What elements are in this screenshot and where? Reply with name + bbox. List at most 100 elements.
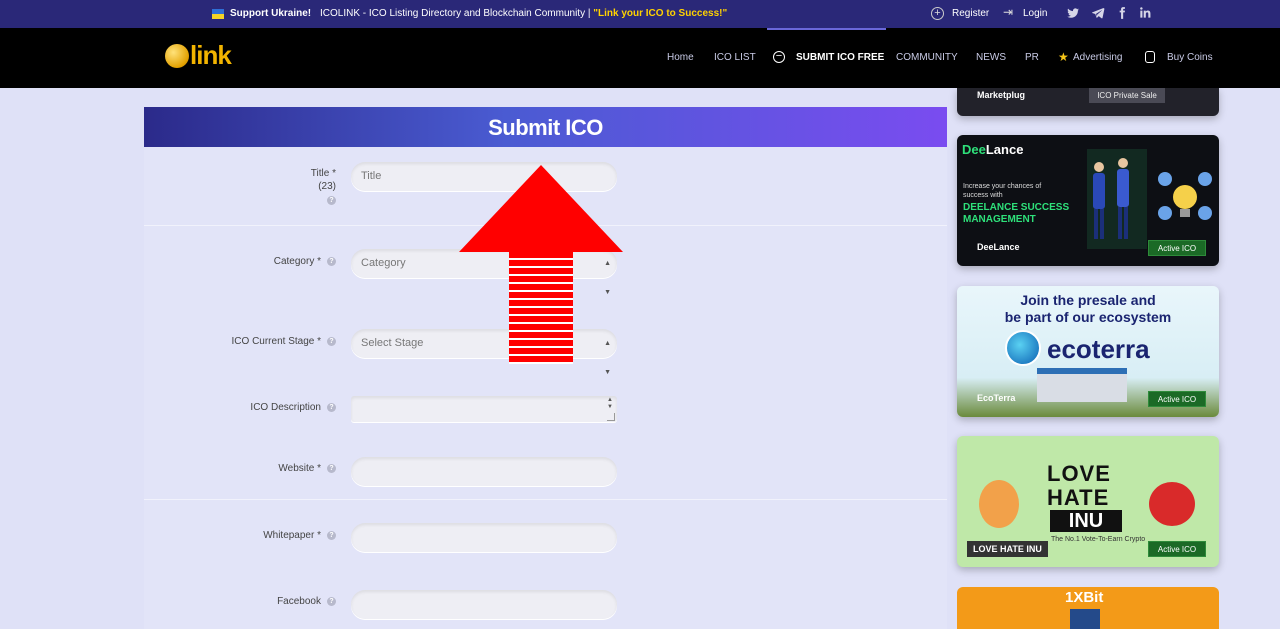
ad-name: Marketplug xyxy=(977,90,1026,100)
register-link[interactable]: + Register xyxy=(931,7,989,20)
ecoterra-headline-1: Join the presale and xyxy=(1020,292,1156,308)
nav-advertising[interactable]: Advertising xyxy=(1073,52,1122,63)
help-icon[interactable]: ? xyxy=(327,337,336,346)
help-icon[interactable]: ? xyxy=(327,531,336,540)
red-arrow-head-icon xyxy=(459,165,623,252)
deelance-logo: DeeLance xyxy=(962,142,1023,157)
database-icon xyxy=(1145,51,1155,63)
logo-text: link xyxy=(190,40,232,70)
nav-active-indicator xyxy=(767,28,886,30)
login-icon: ⇥ xyxy=(1003,5,1014,19)
ad-name: EcoTerra xyxy=(977,393,1016,403)
nav-submit-ico[interactable]: SUBMIT ICO FREE xyxy=(796,52,884,63)
nav-buy-coins[interactable]: Buy Coins xyxy=(1167,52,1213,63)
ico-description-label: ICO Description xyxy=(250,402,321,413)
lovehate-logo-love: LOVE xyxy=(1047,461,1111,486)
help-icon[interactable]: ? xyxy=(327,597,336,606)
ad-name: DeeLance xyxy=(977,242,1020,252)
form-title: Submit ICO xyxy=(488,115,603,140)
nav-home[interactable]: Home xyxy=(667,52,694,63)
twitter-icon[interactable] xyxy=(1066,6,1080,20)
facebook-label: Facebook xyxy=(277,596,321,607)
select-arrows-icon: ▲ ▼ xyxy=(604,260,611,296)
select-arrows-icon: ▲ ▼ xyxy=(604,340,611,376)
tagline-text: ICOLINK - ICO Listing Directory and Bloc… xyxy=(320,8,594,19)
login-label: Login xyxy=(1023,7,1048,19)
category-label: Category * xyxy=(273,256,321,267)
ecoterra-headline: Join the presale and be part of our ecosy… xyxy=(957,292,1219,326)
angel-dog-illustration xyxy=(979,480,1019,528)
onexbit-illustration xyxy=(1070,609,1100,629)
help-icon[interactable]: ? xyxy=(327,196,336,205)
linkedin-icon[interactable] xyxy=(1138,6,1152,20)
ico-description-textarea[interactable]: ▲ ▼ xyxy=(351,396,617,422)
lovehate-logo-inu: INU xyxy=(1050,510,1122,532)
ad-love-hate-inu[interactable]: LOVE HATE INU The No.1 Vote-To-Earn Crypt… xyxy=(957,436,1219,567)
website-input[interactable] xyxy=(351,457,617,486)
coin-logo-icon xyxy=(165,43,189,68)
ad-status-badge: ICO Private Sale xyxy=(1089,88,1165,103)
lovehate-tagline: The No.1 Vote-To-Earn Crypto xyxy=(1051,536,1146,543)
login-link[interactable]: ⇥ Login xyxy=(1003,5,1048,19)
ad-status-badge: Active ICO xyxy=(1148,391,1206,407)
deelance-logo-b: Lance xyxy=(985,142,1024,157)
deelance-tagline: Increase your chances of success with xyxy=(963,183,1042,199)
minus-circle-icon: − xyxy=(773,51,785,63)
help-icon[interactable]: ? xyxy=(327,257,336,266)
scroll-arrows-icon: ▲ ▼ xyxy=(607,397,613,410)
ad-marketplug[interactable]: Marketplug ICO Private Sale xyxy=(957,88,1219,116)
category-select-value: Category xyxy=(361,257,406,269)
ecoterra-logo-text: ecoterra xyxy=(1047,334,1150,364)
ico-stage-select[interactable]: Select Stage ▲ ▼ xyxy=(351,329,617,376)
ukraine-flag-icon xyxy=(212,9,224,19)
top-bar: Support Ukraine! ICOLINK - ICO Listing D… xyxy=(0,0,1280,28)
nav-ico-list[interactable]: ICO LIST xyxy=(714,52,756,63)
ad-status-badge: Active ICO xyxy=(1148,541,1206,557)
lovehate-logo: LOVE HATE xyxy=(1047,462,1111,510)
facebook-input[interactable] xyxy=(351,590,617,619)
help-icon[interactable]: ? xyxy=(327,403,336,412)
title-char-count: (23) xyxy=(318,181,336,192)
plus-circle-icon: + xyxy=(931,7,944,20)
tagline-highlight: "Link your ICO to Success!" xyxy=(593,8,728,19)
form-header: Submit ICO xyxy=(144,107,947,147)
star-icon: ★ xyxy=(1058,50,1069,64)
whitepaper-label: Whitepaper * xyxy=(263,530,321,541)
ico-stage-select-value: Select Stage xyxy=(361,337,424,349)
nav-news[interactable]: NEWS xyxy=(976,52,1006,63)
ad-deelance[interactable]: DeeLance Increase your chances of succes… xyxy=(957,135,1219,266)
help-icon[interactable]: ? xyxy=(327,464,336,473)
support-ukraine-link[interactable]: Support Ukraine! xyxy=(230,8,311,19)
ad-name: LOVE HATE INU xyxy=(967,541,1048,557)
category-select[interactable]: Category ▲ ▼ xyxy=(351,249,617,296)
business-people-illustration xyxy=(1087,149,1212,249)
red-arrow-shaft-icon xyxy=(509,252,573,364)
devil-dog-illustration xyxy=(1149,482,1195,526)
ad-ecoterra[interactable]: Join the presale and be part of our ecosy… xyxy=(957,286,1219,417)
ico-stage-label: ICO Current Stage * xyxy=(231,336,321,347)
register-label: Register xyxy=(952,8,990,19)
lovehate-logo-hate: HATE xyxy=(1047,485,1110,510)
ad-status-badge: Active ICO xyxy=(1148,240,1206,256)
site-logo[interactable]: link xyxy=(165,40,232,71)
onexbit-logo: 1XBit xyxy=(1065,589,1104,606)
ecoterra-logo-icon xyxy=(1005,330,1041,366)
deelance-headline: DEELANCE SUCCESS MANAGEMENT xyxy=(963,202,1069,226)
whitepaper-input[interactable] xyxy=(351,523,617,552)
title-label: Title * xyxy=(310,168,336,179)
store-illustration xyxy=(1037,368,1127,402)
ad-1xbit[interactable]: 1XBit xyxy=(957,587,1219,629)
main-header: link Home ICO LIST − SUBMIT ICO FREE COM… xyxy=(0,28,1280,88)
website-label: Website * xyxy=(278,463,321,474)
deelance-headline-2: MANAGEMENT xyxy=(963,214,1036,225)
site-tagline: ICOLINK - ICO Listing Directory and Bloc… xyxy=(320,8,727,19)
telegram-icon[interactable] xyxy=(1091,6,1105,20)
ecoterra-headline-2: be part of our ecosystem xyxy=(1004,309,1172,325)
deelance-logo-a: Dee xyxy=(962,142,986,157)
deelance-headline-1: DEELANCE SUCCESS xyxy=(963,202,1070,213)
nav-community[interactable]: COMMUNITY xyxy=(896,52,958,63)
resize-grip-icon[interactable] xyxy=(607,413,615,421)
nav-pr[interactable]: PR xyxy=(1025,52,1039,63)
facebook-icon[interactable] xyxy=(1115,6,1129,20)
divider xyxy=(144,499,947,500)
